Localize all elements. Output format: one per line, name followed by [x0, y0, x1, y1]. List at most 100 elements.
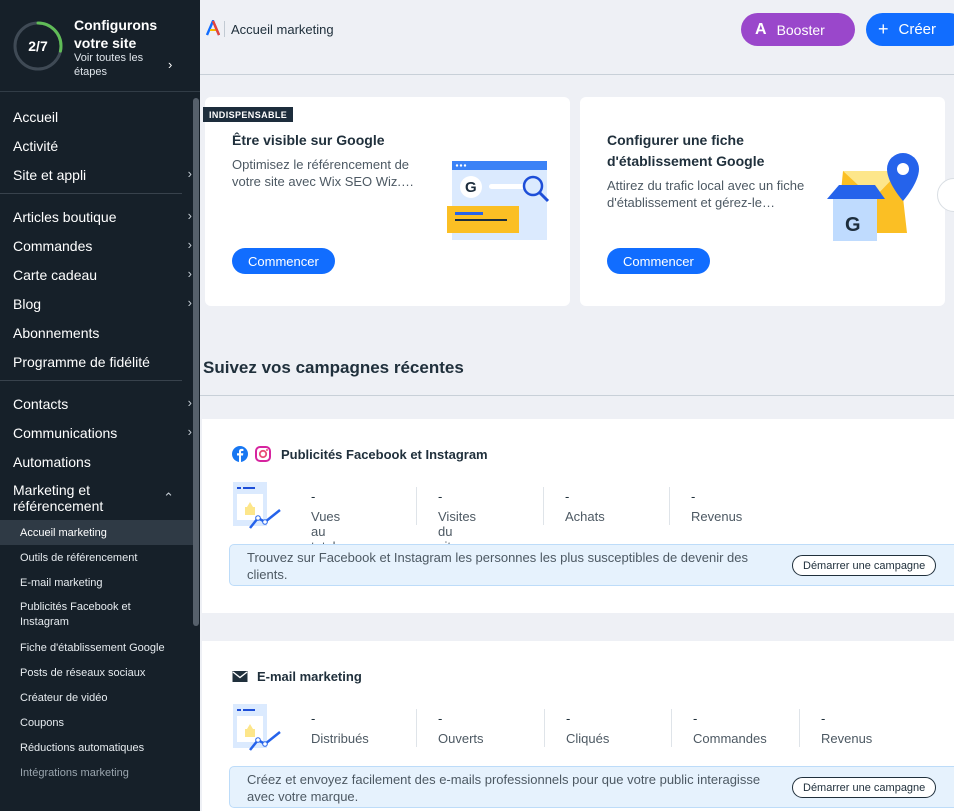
sidebar-item-label: Articles boutique — [13, 208, 117, 225]
campaign-title: Publicités Facebook et Instagram — [281, 446, 488, 462]
nav-group-main: Accueil Activité Site et appli › — [0, 92, 192, 194]
sidebar-subitem-label: Outils de référencement — [20, 551, 138, 564]
sidebar: 2/7 Configurons votre site Voir toutes l… — [0, 0, 200, 811]
metric: -Vues au total — [311, 487, 340, 554]
sidebar-item-abonnements[interactable]: Abonnements — [0, 318, 182, 347]
sidebar-item-programme-fidelite[interactable]: Programme de fidélité — [0, 347, 182, 376]
start-button[interactable]: Commencer — [607, 248, 710, 274]
setup-steps-link[interactable]: Voir toutes les étapes — [74, 51, 160, 79]
sidebar-subitem-accueil-marketing[interactable]: Accueil marketing — [0, 520, 193, 545]
sidebar-subitem-fiche-google[interactable]: Fiche d'établissement Google — [0, 635, 200, 660]
sidebar-item-accueil[interactable]: Accueil — [0, 102, 182, 131]
campaign-illustration — [233, 482, 281, 529]
sidebar-subitem-integrations[interactable]: Intégrations marketing — [0, 760, 200, 785]
plus-icon: + — [878, 19, 889, 39]
metric-value: - — [566, 711, 571, 726]
chevron-right-icon[interactable]: › — [168, 57, 172, 72]
sidebar-item-articles-boutique[interactable]: Articles boutique › — [0, 202, 192, 231]
google-business-illustration: G — [827, 153, 919, 241]
divider — [224, 21, 225, 37]
google-business-card: Configurer une fiche d'établissement Goo… — [580, 97, 945, 306]
metric-label: Revenus — [821, 731, 873, 746]
sidebar-item-carte-cadeau[interactable]: Carte cadeau › — [0, 260, 192, 289]
sidebar-subitem-reductions[interactable]: Réductions automatiques — [0, 735, 200, 760]
sidebar-subitem-createur-video[interactable]: Créateur de vidéo — [0, 685, 200, 710]
facebook-icon — [232, 446, 248, 462]
chevron-right-icon: › — [187, 395, 192, 410]
sidebar-subitem-outils-referencement[interactable]: Outils de référencement — [0, 545, 200, 570]
sidebar-subitem-label: Fiche d'établissement Google — [20, 641, 165, 654]
sidebar-subitem-label: Accueil marketing — [20, 526, 107, 539]
setup-progress-panel[interactable]: 2/7 Configurons votre site Voir toutes l… — [0, 0, 200, 92]
setup-title: Configurons votre site — [74, 17, 158, 51]
sidebar-item-label: Marketing et référencement — [13, 482, 104, 514]
metric-value: - — [438, 489, 443, 504]
sidebar-item-blog[interactable]: Blog › — [0, 289, 192, 318]
sidebar-subitem-label: Créateur de vidéo — [20, 691, 108, 704]
card-description: Attirez du trafic local avec un fiche d'… — [607, 178, 805, 210]
divider — [200, 395, 954, 396]
sidebar-item-marketing[interactable]: Marketing et référencement ⌃ — [0, 476, 182, 520]
sidebar-item-label: Blog — [13, 295, 42, 312]
divider — [200, 74, 954, 75]
chevron-right-icon: › — [187, 237, 192, 252]
sidebar-subitem-label: Publicités Facebook et Instagram — [20, 601, 131, 628]
sidebar-subitem-label: Intégrations marketing — [20, 766, 129, 779]
create-button[interactable]: + Créer — [866, 13, 954, 46]
sidebar-item-site-appli[interactable]: Site et appli › — [0, 160, 192, 189]
card-title: Être visible sur Google — [232, 132, 385, 148]
metric-label: Achats — [565, 509, 605, 524]
metric: - Revenus — [669, 487, 742, 525]
metric-value: - — [311, 711, 316, 726]
sidebar-subitem-coupons[interactable]: Coupons — [0, 710, 200, 735]
sidebar-item-label: Communications — [13, 424, 118, 441]
metric-value: - — [693, 711, 698, 726]
start-button[interactable]: Commencer — [232, 248, 335, 274]
metric-value: - — [821, 711, 826, 726]
sidebar-item-label: Activité — [13, 137, 59, 154]
start-campaign-button[interactable]: Démarrer une campagne — [792, 555, 937, 576]
chevron-right-icon: › — [187, 295, 192, 310]
start-campaign-button[interactable]: Démarrer une campagne — [792, 777, 937, 798]
sidebar-item-label: Carte cadeau — [13, 266, 98, 283]
booster-icon: A — [755, 20, 767, 38]
metric: - Commandes — [671, 709, 767, 747]
nav-group-contacts: Contacts › Communications › Automations Ma… — [0, 381, 200, 785]
sidebar-item-contacts[interactable]: Contacts › — [0, 389, 200, 418]
campaign-card-email: E-mail marketing - Distribués - Ouverts - C… — [202, 641, 954, 811]
progress-label: 2/7 — [28, 38, 48, 54]
sidebar-item-communications[interactable]: Communications › — [0, 418, 200, 447]
seo-card: Être visible sur Google Optimisez le réf… — [205, 97, 570, 306]
mail-icon — [232, 671, 248, 682]
sidebar-item-label: Automations — [13, 453, 91, 470]
create-label: Créer — [898, 21, 937, 38]
metric: - Achats — [543, 487, 605, 525]
metric-value: - — [311, 489, 316, 504]
sidebar-item-label: Accueil — [13, 108, 59, 125]
sidebar-item-automations[interactable]: Automations — [0, 447, 200, 476]
sidebar-subitem-posts-reseaux[interactable]: Posts de réseaux sociaux — [0, 660, 200, 685]
campaign-title: E-mail marketing — [257, 669, 362, 684]
top-bar: Accueil marketing A Booster + Créer — [200, 0, 954, 60]
metric-label: Distribués — [311, 731, 369, 746]
sidebar-scrollbar[interactable] — [193, 98, 199, 626]
booster-button[interactable]: A Booster — [741, 13, 855, 46]
metric: - Distribués — [311, 709, 369, 747]
section-title: Suivez vos campagnes récentes — [203, 358, 464, 377]
metric-value: - — [565, 489, 570, 504]
metric-value: - — [438, 711, 443, 726]
metric: - Cliqués — [544, 709, 609, 747]
sidebar-subitem-label: Réductions automatiques — [20, 741, 145, 754]
metric-label: Revenus — [691, 509, 743, 524]
campaign-illustration — [233, 704, 281, 751]
campaign-header: E-mail marketing — [232, 669, 362, 684]
sidebar-subitem-email-marketing[interactable]: E-mail marketing — [0, 570, 200, 595]
metric: - Revenus — [799, 709, 872, 747]
sidebar-item-activite[interactable]: Activité — [0, 131, 182, 160]
sidebar-item-label: Site et appli — [13, 166, 87, 183]
sidebar-subitem-publicites[interactable]: Publicités Facebook et Instagram — [0, 595, 200, 635]
sidebar-item-label: Abonnements — [13, 324, 100, 341]
sidebar-item-label: Contacts — [13, 395, 69, 412]
chevron-right-icon: › — [187, 208, 192, 223]
sidebar-item-commandes[interactable]: Commandes › — [0, 231, 192, 260]
